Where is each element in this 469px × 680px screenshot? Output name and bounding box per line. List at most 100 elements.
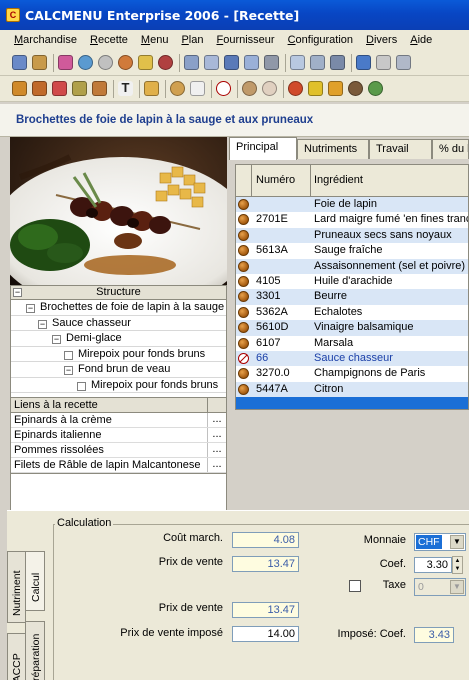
tab-preparation[interactable]: Préparation (25, 621, 45, 680)
recipe-icon[interactable] (32, 55, 47, 70)
collapse-box-icon[interactable]: − (52, 335, 61, 344)
cube-icon[interactable] (356, 55, 371, 70)
search-icon[interactable] (262, 81, 277, 96)
label-icon[interactable] (190, 81, 205, 96)
more-button[interactable]: ... (207, 428, 226, 442)
tool-icon[interactable] (12, 81, 27, 96)
tree-item[interactable]: Mirepoix pour fonds bruns (11, 378, 226, 393)
menu-menu[interactable]: Menu (141, 34, 169, 46)
list-icon[interactable] (224, 55, 239, 70)
brush-icon[interactable] (92, 81, 107, 96)
checkbox-icon[interactable] (64, 350, 73, 360)
menu-configuration[interactable]: Configuration (288, 34, 353, 46)
tree-item[interactable]: − Sauce chasseur (11, 316, 226, 331)
tab-haccp[interactable]: HACCP (7, 633, 26, 680)
imposed-coef-label: Imposé: Coef. (337, 628, 406, 640)
globe-icon[interactable] (78, 55, 93, 70)
text-icon[interactable]: T (118, 81, 133, 96)
grid-icon[interactable] (310, 55, 325, 70)
tax-checkbox[interactable] (349, 580, 361, 592)
no-entry-icon[interactable] (216, 81, 231, 96)
ingredient-row[interactable]: 6107 Marsala (236, 336, 468, 351)
document-icon[interactable] (244, 55, 259, 70)
linked-recipe-row[interactable]: Filets de Râble de lapin Malcantonese ..… (11, 458, 226, 473)
ingredient-row[interactable]: 3270.0 Champignons de Paris (236, 366, 468, 381)
ingredient-number: 5610D (256, 321, 289, 334)
ingredient-row[interactable]: 2701E Lard maigre fumé 'en fines tranches… (236, 212, 468, 227)
ingredient-row[interactable]: Pruneaux secs sans noyaux (236, 227, 468, 244)
tab-percent[interactable]: % du b (432, 139, 469, 159)
steak-icon[interactable] (348, 81, 363, 96)
menu-divers[interactable]: Divers (366, 34, 397, 46)
tab-principal[interactable]: Principal (229, 137, 297, 160)
printer-icon[interactable] (330, 55, 345, 70)
chevron-down-icon[interactable]: ▼ (450, 580, 464, 594)
red-disc-icon[interactable] (158, 55, 173, 70)
vegetable-icon[interactable] (368, 81, 383, 96)
ingredient-row[interactable]: 5610D Vinaigre balsamique (236, 320, 468, 336)
tree-item[interactable]: Mirepoix pour fonds bruns (11, 347, 226, 362)
tab-nutriment[interactable]: Nutriment (7, 551, 26, 623)
selected-empty-row[interactable] (236, 397, 468, 409)
disc-icon[interactable] (98, 55, 113, 70)
merchandise-icon[interactable] (12, 55, 27, 70)
tab-travail[interactable]: Travail (369, 139, 432, 159)
more-button[interactable]: ... (207, 458, 226, 472)
star-icon[interactable] (52, 81, 67, 96)
table-icon[interactable] (264, 55, 279, 70)
copy-icon[interactable] (396, 55, 411, 70)
ingredient-name: Huile d'arachide (314, 274, 393, 287)
chevron-down-icon[interactable]: ▼ (450, 535, 464, 549)
coef-input[interactable]: 3.30 (414, 557, 452, 573)
linked-recipe-row[interactable]: Epinards italienne ... (11, 428, 226, 443)
wand-icon[interactable] (32, 81, 47, 96)
ingredient-row[interactable]: 66 Sauce chasseur (236, 350, 468, 367)
ingredient-row[interactable]: 3301 Beurre (236, 289, 468, 305)
tab-nutriments[interactable]: Nutriments (297, 139, 369, 159)
more-button[interactable]: ... (207, 413, 226, 427)
tab-calcul[interactable]: Calcul (25, 551, 45, 611)
ingredient-row[interactable]: 4105 Huile d'arachide (236, 274, 468, 289)
ingredient-row[interactable]: Assaisonnement (sel et poivre) (236, 258, 468, 274)
menu-plan[interactable]: Plan (181, 34, 203, 46)
menu-recette[interactable]: Recette (90, 34, 128, 46)
cheese-icon[interactable] (328, 81, 343, 96)
more-button[interactable]: ... (207, 443, 226, 457)
menu-aide[interactable]: Aide (410, 34, 432, 46)
window-icon[interactable] (290, 55, 305, 70)
tray-icon[interactable] (138, 55, 153, 70)
linked-recipe-row[interactable]: Pommes rissolées ... (11, 443, 226, 458)
bottle-icon[interactable] (308, 81, 323, 96)
apple-icon[interactable] (288, 81, 303, 96)
bowl-icon[interactable] (170, 81, 185, 96)
linked-recipe-row[interactable]: Epinards à la crème ... (11, 413, 226, 428)
cooking-icon[interactable] (242, 81, 257, 96)
currency-select[interactable]: CHF ▼ (414, 533, 466, 551)
collapse-box-icon[interactable]: − (38, 319, 47, 329)
tax-select[interactable]: 0 ▼ (414, 578, 466, 596)
menu-marchandise[interactable]: Marchandise (14, 34, 77, 46)
menu-plan-icon[interactable] (58, 55, 73, 70)
checkbox-icon[interactable] (77, 381, 86, 391)
tree-item[interactable]: − Brochettes de foie de lapin à la sauge… (11, 300, 226, 316)
cost-value: 4.08 (232, 532, 299, 548)
ingredient-row[interactable]: Foie de lapin (236, 197, 468, 213)
ingredient-row[interactable]: 5447A Citron (236, 381, 468, 398)
tree-item[interactable]: − Demi-glace (11, 331, 226, 347)
ingredient-row[interactable]: 5362A Echalotes (236, 305, 468, 320)
collapse-box-icon[interactable]: − (26, 304, 35, 313)
column-number[interactable]: Numéro (253, 165, 311, 196)
tree-item[interactable]: − Fond brun de veau (11, 362, 226, 378)
orange-disc-icon[interactable] (118, 55, 133, 70)
column-ingredient[interactable]: Ingrédient (312, 165, 468, 196)
ingredient-row[interactable]: 5613A Sauge fraîche (236, 243, 468, 258)
rows-icon[interactable] (376, 55, 391, 70)
menu-fournisseur[interactable]: Fournisseur (216, 34, 274, 46)
key-icon[interactable] (144, 81, 159, 96)
book-icon[interactable] (184, 55, 199, 70)
open-book-icon[interactable] (204, 55, 219, 70)
collapse-box-icon[interactable]: − (64, 366, 73, 375)
coef-spinner-icon[interactable]: ▲ ▼ (452, 556, 463, 574)
pin-icon[interactable] (72, 81, 87, 96)
imposed-price-input[interactable]: 14.00 (232, 626, 299, 642)
